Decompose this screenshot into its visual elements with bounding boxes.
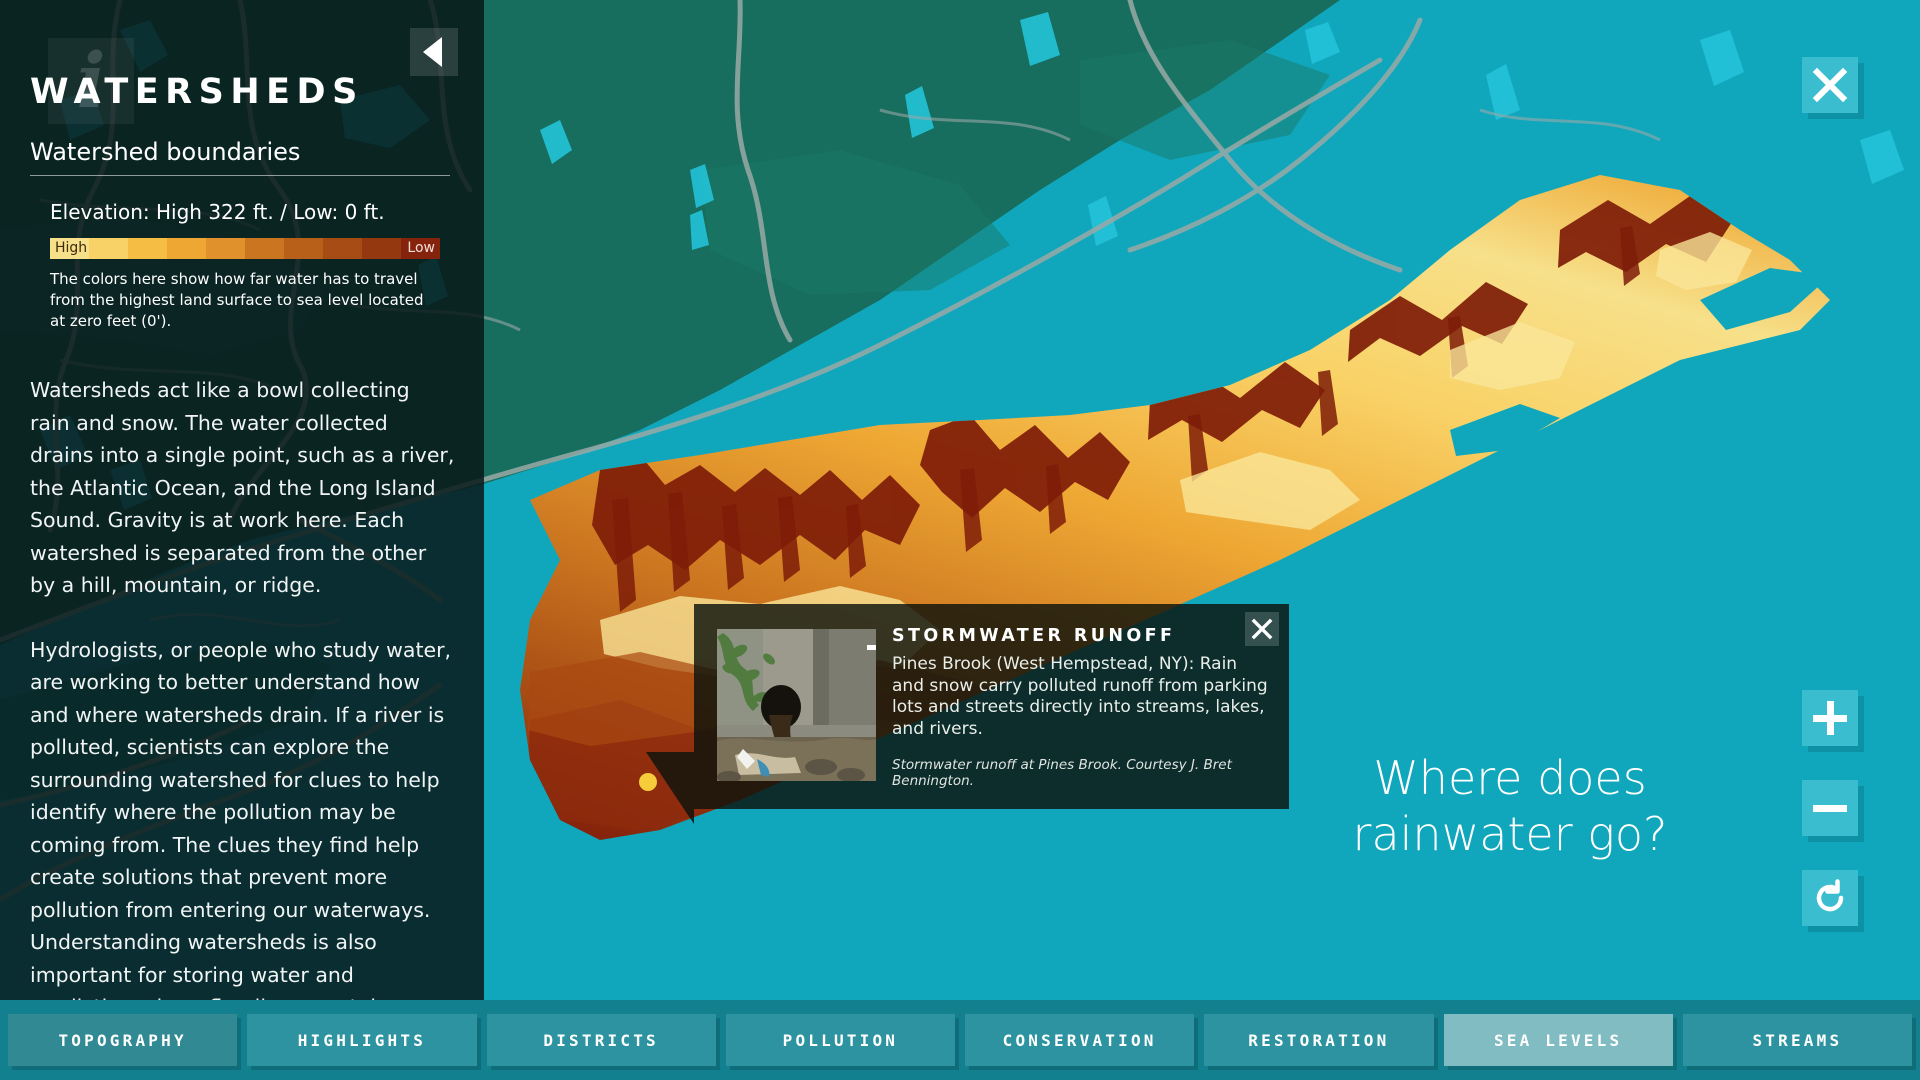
legend-gradient-bar: High Low — [50, 238, 440, 259]
body-paragraph: Hydrologists, or people who study water,… — [30, 637, 452, 1001]
legend-swatch-7 — [323, 238, 362, 259]
tab-highlights[interactable]: HIGHLIGHTS — [247, 1014, 477, 1066]
plus-icon — [865, 634, 876, 664]
tab-restoration[interactable]: RESTORATION — [1204, 1014, 1434, 1066]
legend-low-label: Low — [407, 240, 435, 256]
reset-rotate-icon — [1816, 879, 1844, 912]
popup-pointer-tail — [646, 752, 694, 824]
zoom-out-button[interactable] — [1802, 780, 1858, 836]
legend-high-label: High — [55, 240, 88, 256]
stormwater-runoff-popup[interactable]: STORMWATER RUNOFF Pines Brook (West Hemp… — [646, 604, 1289, 824]
close-map-overlay-button[interactable] — [1802, 57, 1858, 113]
info-sidebar: i WATERSHEDS Watershed boundaries Elevat… — [0, 0, 484, 1000]
storm-drain-photo — [717, 629, 876, 781]
elevation-legend: Elevation: High 322 ft. / Low: 0 ft. Hig… — [30, 200, 454, 332]
tab-sea-levels[interactable]: SEA LEVELS — [1443, 1014, 1673, 1066]
popup-photo[interactable] — [717, 629, 876, 781]
tab-topography[interactable]: TOPOGRAPHY — [8, 1014, 238, 1066]
tab-districts[interactable]: DISTRICTS — [486, 1014, 716, 1066]
legend-swatch-6 — [284, 238, 323, 259]
tab-streams[interactable]: STREAMS — [1682, 1014, 1912, 1066]
tab-pollution[interactable]: POLLUTION — [725, 1014, 955, 1066]
triangle-left-icon — [423, 37, 442, 67]
legend-range-label: Elevation: High 322 ft. / Low: 0 ft. — [50, 200, 385, 224]
zoom-in-button[interactable] — [1802, 690, 1858, 746]
legend-swatch-8 — [362, 238, 401, 259]
body-paragraph: Watersheds act like a bowl collecting ra… — [30, 378, 455, 597]
legend-swatch-4 — [206, 238, 245, 259]
popup-close-button[interactable] — [1245, 612, 1279, 646]
popup-credit: Stormwater runoff at Pines Brook. Courte… — [892, 757, 1232, 789]
legend-note: The colors here show how far water has t… — [50, 270, 424, 330]
legend-swatch-1 — [89, 238, 128, 259]
close-x-icon — [1251, 618, 1273, 640]
page-title: WATERSHEDS — [30, 72, 364, 112]
reset-view-button[interactable] — [1802, 870, 1858, 926]
popup-body: Pines Brook (West Hempstead, NY): Rain a… — [892, 654, 1268, 739]
panel-subtitle: Watershed boundaries — [30, 138, 450, 176]
plus-icon — [1813, 701, 1847, 735]
legend-swatch-3 — [167, 238, 206, 259]
legend-swatch-2 — [128, 238, 167, 259]
tab-conservation[interactable]: CONSERVATION — [965, 1014, 1195, 1066]
popup-title: STORMWATER RUNOFF — [892, 626, 1176, 646]
close-x-icon — [1812, 67, 1848, 103]
legend-swatch-5 — [245, 238, 284, 259]
section-tabbar: TOPOGRAPHY HIGHLIGHTS DISTRICTS POLLUTION CO… — [0, 1000, 1920, 1080]
map-question-headline: Where does rainwater go? — [1352, 751, 1668, 861]
minus-icon — [1813, 804, 1847, 812]
popup-text-block: STORMWATER RUNOFF Pines Brook (West Hemp… — [892, 626, 1269, 740]
collapse-sidebar-button[interactable] — [410, 28, 458, 76]
